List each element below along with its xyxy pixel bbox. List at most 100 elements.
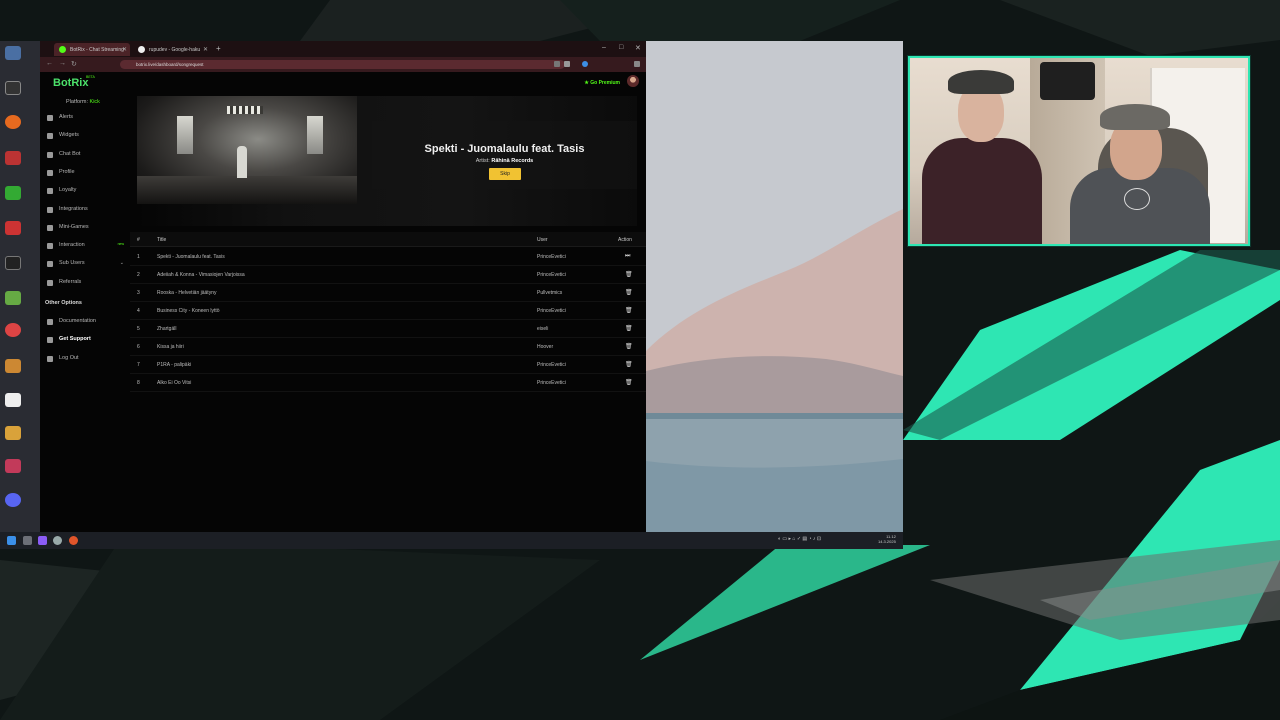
bookmark-star-icon[interactable] [582, 61, 588, 67]
tray-icons[interactable]: ◐ ▭ ▸ ⌂ ✓ ▤ ◔ ♪ ⊡ [778, 536, 821, 542]
close-tab-icon[interactable]: ✕ [203, 46, 208, 53]
video-thumbnail[interactable] [137, 96, 357, 204]
row-user: eiseli [537, 326, 549, 332]
browser-icon[interactable] [69, 536, 78, 545]
row-title: Kissa ja hiiri [157, 344, 184, 350]
go-premium-link[interactable]: ★ Go Premium [584, 80, 620, 86]
app-shortcut-icon[interactable] [5, 393, 21, 407]
taskview-icon[interactable] [23, 536, 32, 545]
sidebar-item-loyalty[interactable]: Loyalty [47, 187, 127, 197]
sidebar-item-interaction[interactable]: Interaction new [47, 242, 127, 252]
row-number: 4 [137, 308, 140, 314]
thumbnail-window-shape [177, 116, 193, 154]
app-shortcut-icon[interactable] [5, 291, 21, 305]
app-shortcut-icon[interactable] [5, 359, 21, 373]
row-title: Business City - Koneen lyttö [157, 308, 220, 314]
sidebar-item-log-out[interactable]: Log Out [47, 355, 127, 365]
row-number: 3 [137, 290, 140, 296]
row-number: 5 [137, 326, 140, 332]
app-icon[interactable] [53, 536, 62, 545]
firefox-icon[interactable] [5, 115, 21, 129]
users-icon [47, 261, 53, 267]
sidebar-item-label: Documentation [59, 318, 96, 324]
skip-forward-icon[interactable]: ⏭ [625, 253, 630, 260]
now-playing-title: Spekti - Juomalaulu feat. Tasis [424, 143, 585, 155]
music-icon [47, 243, 53, 249]
sidebar-item-chat-bot[interactable]: Chat Bot [47, 151, 127, 161]
forward-icon[interactable]: → [59, 60, 66, 67]
app-shortcut-icon[interactable] [5, 256, 21, 270]
trash-icon[interactable]: 🗑 [625, 343, 633, 350]
menu-icon[interactable] [634, 61, 640, 67]
sidebar-item-label: Log Out [59, 355, 79, 361]
extension-icon[interactable] [564, 61, 570, 67]
close-window-icon[interactable]: ✕ [635, 44, 641, 52]
app-shortcut-icon[interactable] [5, 81, 21, 95]
other-options-heading: Other Options [45, 300, 82, 306]
row-title: Adeiiah & Konna - Vimasiojen Varjoissa [157, 272, 245, 278]
desktop-icons-column [0, 41, 40, 532]
sidebar-item-documentation[interactable]: Documentation [47, 318, 127, 328]
avatar[interactable] [627, 75, 639, 87]
app-shortcut-icon[interactable] [5, 221, 21, 235]
close-tab-icon[interactable]: ✕ [122, 46, 127, 53]
sidebar-item-label: Loyalty [59, 187, 77, 193]
twitch-icon[interactable] [38, 536, 47, 545]
row-user: Pullvetmics [537, 290, 563, 296]
sidebar-item-sub-users[interactable]: Sub Users ⌄ [47, 260, 127, 270]
sidebar-item-get-support[interactable]: Get Support [47, 336, 127, 346]
new-tab-icon[interactable]: + [216, 44, 221, 53]
url-input[interactable]: botrix.live/dashboard/songrequest [120, 60, 565, 69]
table-row: 4 Business City - Koneen lyttö PrinceEve… [130, 302, 646, 320]
discord-icon[interactable] [5, 493, 21, 507]
app-shortcut-icon[interactable] [5, 459, 21, 473]
desktop-screen-share: BotRix - Chat Streaming ✕ rupudev - Goog… [0, 41, 903, 532]
google-favicon-icon [138, 46, 145, 53]
back-icon[interactable]: ← [46, 60, 53, 67]
webcam-feed [908, 56, 1250, 246]
table-row: 1 Spekti - Juomalaulu feat. Tasis Prince… [130, 248, 646, 266]
browser-window: BotRix - Chat Streaming ✕ rupudev - Goog… [40, 41, 646, 532]
sidebar-item-mini-games[interactable]: Mini-Games [47, 224, 127, 234]
app-shortcut-icon[interactable] [5, 186, 21, 200]
app-shortcut-icon[interactable] [5, 323, 21, 337]
start-icon[interactable] [7, 536, 16, 545]
person-right-cap [1100, 104, 1170, 130]
trash-icon[interactable]: 🗑 [625, 379, 633, 386]
gamepad-icon [47, 225, 53, 231]
shirt-logo-shape [1124, 188, 1150, 210]
artist-label: Artist: [475, 158, 490, 164]
sidebar-item-integrations[interactable]: Integrations [47, 206, 127, 216]
now-playing-artist: Artist: Rähinä Records [372, 158, 637, 164]
column-header-action: Action [618, 237, 632, 243]
botrix-logo[interactable]: BotRix [53, 77, 88, 89]
sidebar-item-profile[interactable]: Profile [47, 169, 127, 179]
browser-tab-google[interactable]: rupudev - Google-haku ✕ [133, 43, 211, 56]
sidebar-item-referrals[interactable]: Referrals [47, 279, 127, 289]
trash-icon[interactable]: 🗑 [625, 307, 633, 314]
go-premium-label: Go Premium [590, 80, 620, 86]
reload-icon[interactable]: ↻ [71, 60, 77, 68]
app-shortcut-icon[interactable] [5, 151, 21, 165]
now-playing-panel: Spekti - Juomalaulu feat. Tasis Artist: … [137, 96, 637, 226]
recycle-bin-icon[interactable] [5, 46, 21, 60]
trash-icon[interactable]: 🗑 [625, 271, 633, 278]
address-bar: ← → ↻ botrix.live/dashboard/songrequest [40, 57, 646, 72]
sidebar-item-widgets[interactable]: Widgets [47, 132, 127, 142]
sidebar-item-label: Referrals [59, 279, 82, 285]
maximize-icon[interactable]: □ [619, 44, 623, 51]
person-left-body [922, 138, 1042, 244]
kick-favicon-icon [59, 46, 66, 53]
minimize-icon[interactable]: – [602, 44, 606, 51]
trash-icon[interactable]: 🗑 [625, 361, 633, 368]
chevron-down-icon: ⌄ [119, 260, 124, 266]
clock[interactable]: 11.12 14.3.2025 [878, 534, 896, 544]
trash-icon[interactable]: 🗑 [625, 325, 633, 332]
browser-tab-botrix[interactable]: BotRix - Chat Streaming ✕ [54, 43, 130, 56]
extension-icon[interactable] [554, 61, 560, 67]
column-header-title: Title [157, 237, 167, 243]
skip-button[interactable]: Skip [489, 168, 521, 180]
trash-icon[interactable]: 🗑 [625, 289, 633, 296]
sidebar-item-alerts[interactable]: Alerts [47, 114, 127, 124]
app-shortcut-icon[interactable] [5, 426, 21, 440]
